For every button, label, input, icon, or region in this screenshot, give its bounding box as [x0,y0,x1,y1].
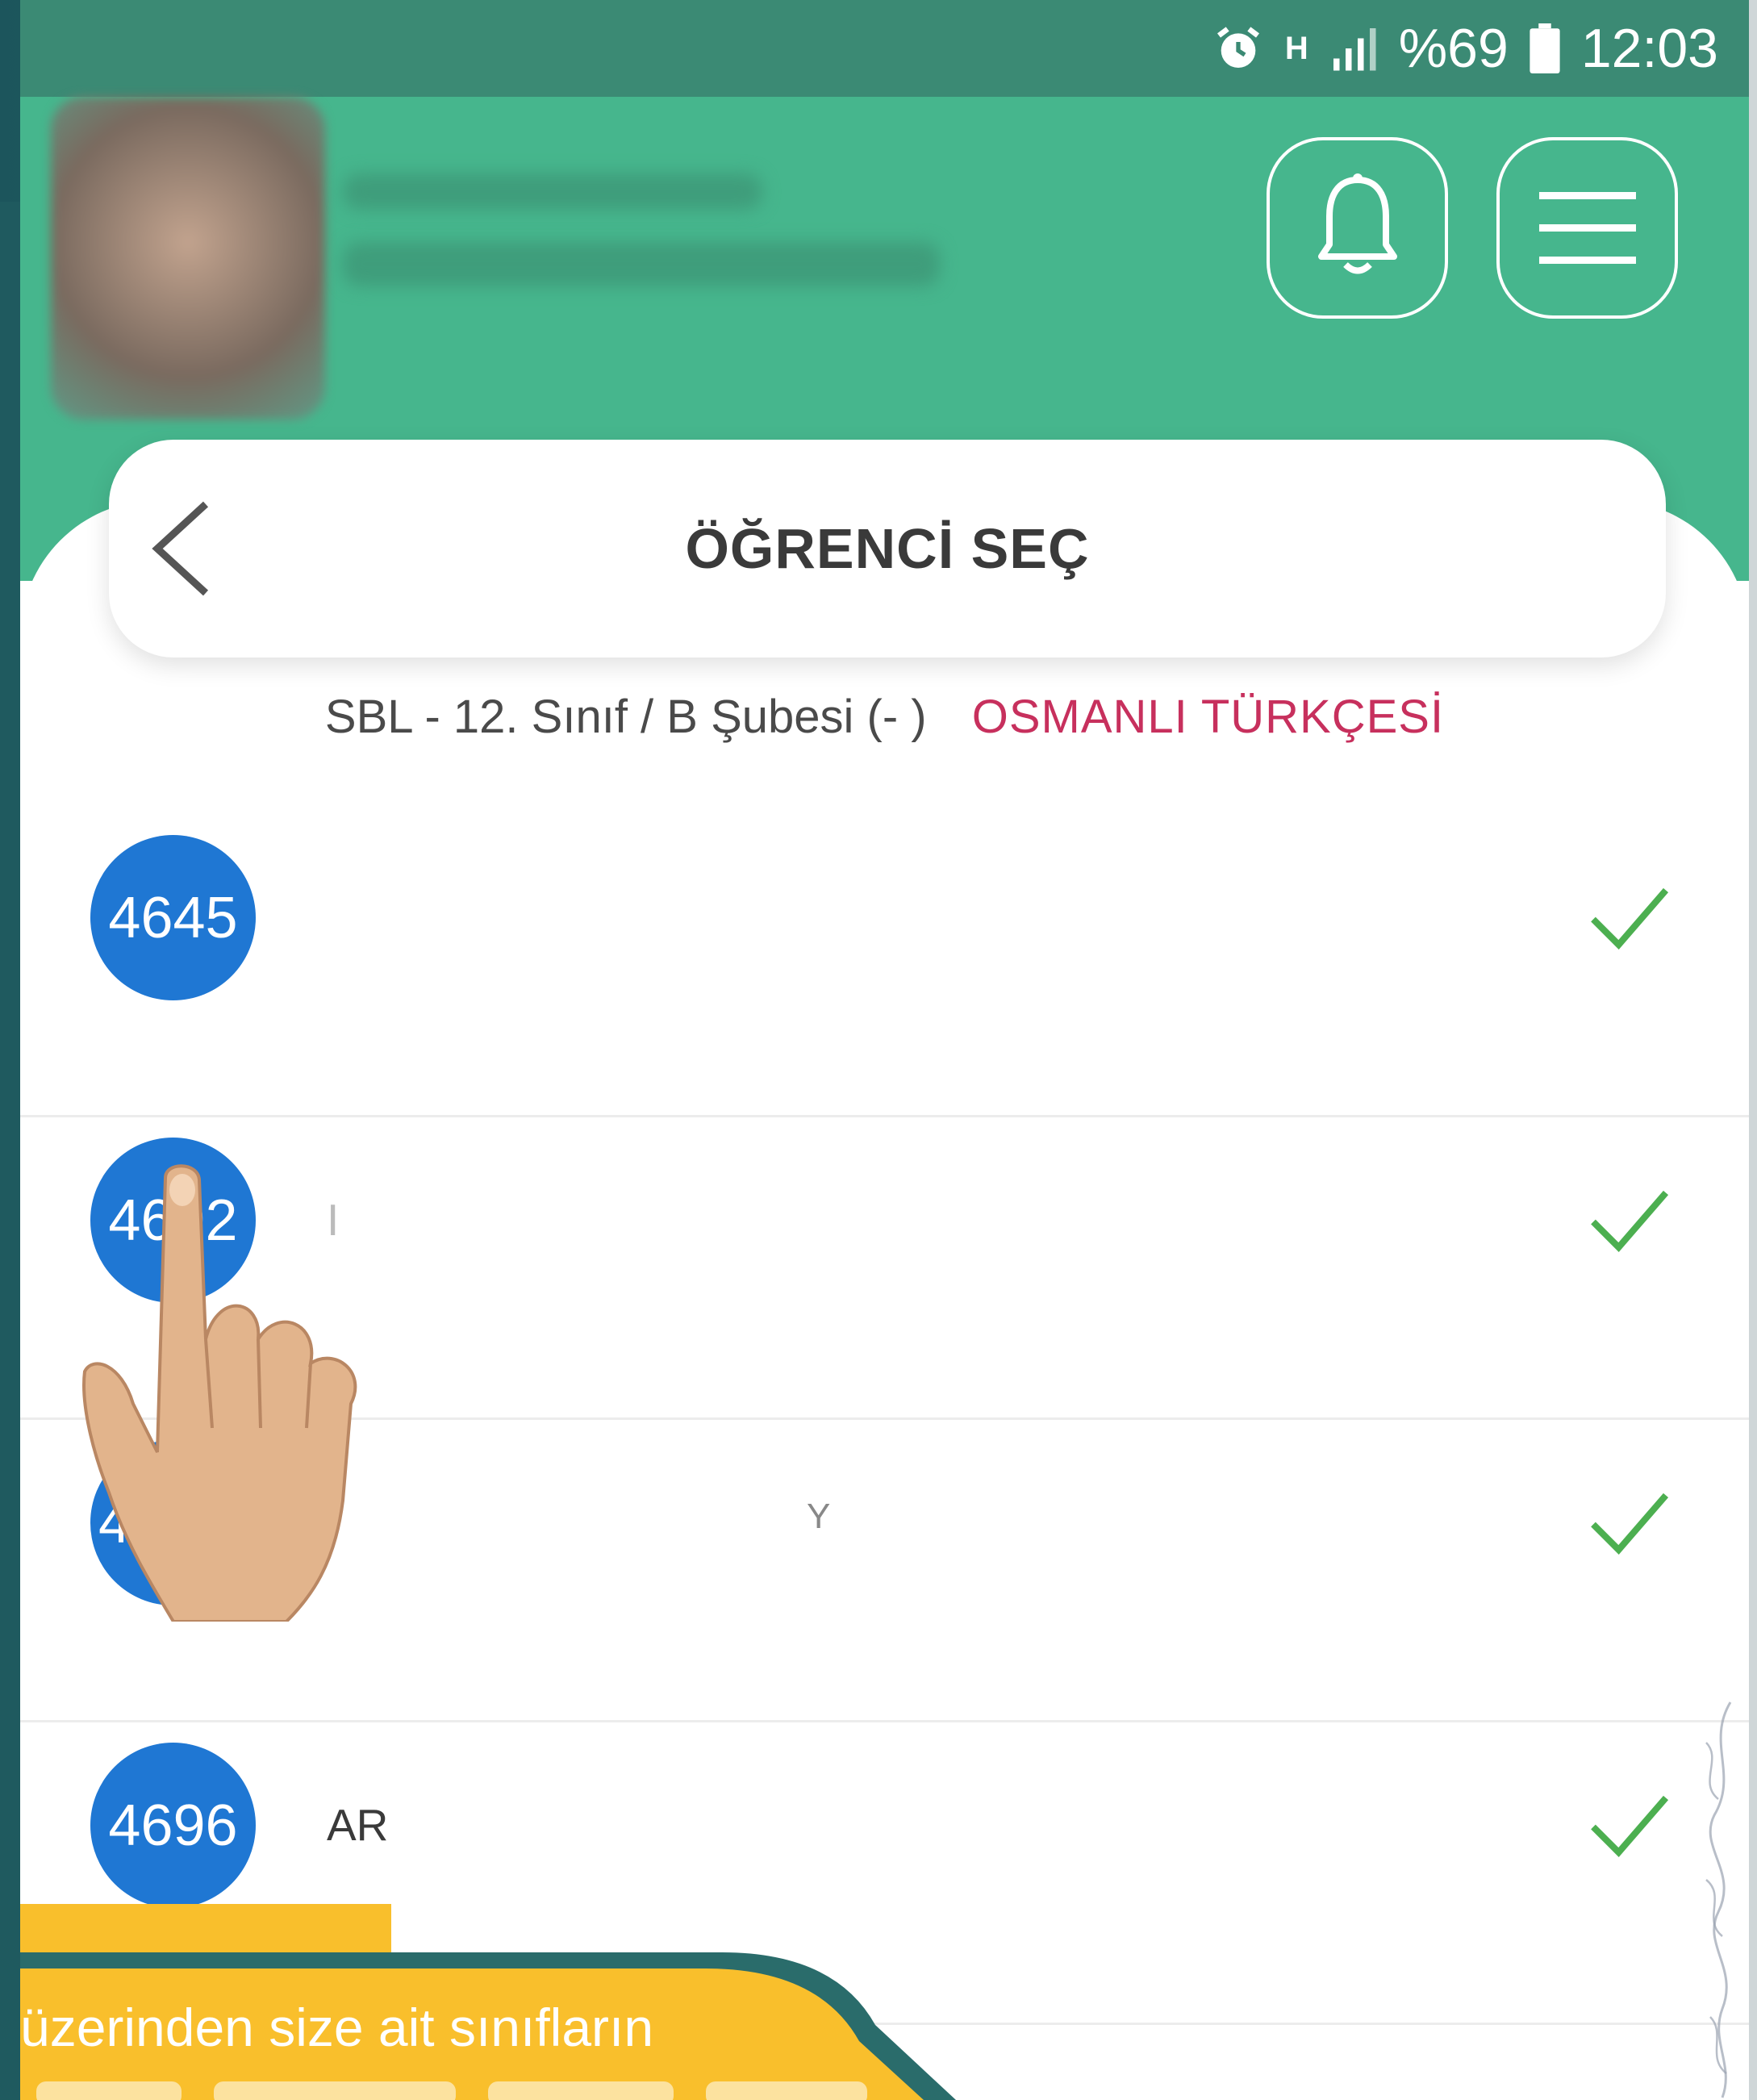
side-strip [1749,0,1757,2100]
pointing-hand-icon [82,1164,357,1622]
check-icon [1591,1795,1669,1857]
user-name-blurred [343,173,762,210]
signal-icon [1333,28,1376,71]
student-number-badge: 4696 [90,1743,256,1908]
bell-icon [1317,173,1397,273]
student-name: Y [807,1497,831,1536]
user-school-blurred [343,242,940,286]
callout-text: üzerinden size ait sınıfların [20,1998,654,2057]
phone-screen: H %69 12:03 ÖĞRENCİ SEÇ SBL - 12. Sınıf … [20,0,1749,2100]
class-info-line: SBL - 12. Sınıf / B Şubesi (- ) OSMANLI … [20,690,1749,744]
battery-percent: %69 [1398,18,1509,79]
check-icon [1591,1190,1669,1252]
menu-button[interactable] [1496,137,1678,319]
status-bar: H %69 12:03 [20,0,1749,97]
course-name: OSMANLI TÜRKÇESİ [971,691,1445,743]
hamburger-menu-icon [1538,191,1636,264]
title-bar: ÖĞRENCİ SEÇ [109,440,1666,658]
check-icon [1591,1493,1669,1555]
signature-watermark [1705,1701,1732,2098]
page-title: ÖĞRENCİ SEÇ [685,517,1090,580]
network-type: H [1284,30,1308,66]
avatar[interactable] [51,97,325,420]
check-icon [1591,887,1669,950]
class-info: SBL - 12. Sınıf / B Şubesi (- ) [324,691,927,743]
student-row[interactable]: 4645 [20,815,1749,1117]
clock: 12:03 [1580,18,1718,79]
battery-icon [1530,23,1560,73]
callout-text-cut-line [36,2081,867,2100]
student-name: AR [327,1800,389,1850]
alarm-icon [1217,27,1259,68]
notifications-button[interactable] [1267,137,1448,319]
student-number-badge: 4645 [90,835,256,1000]
